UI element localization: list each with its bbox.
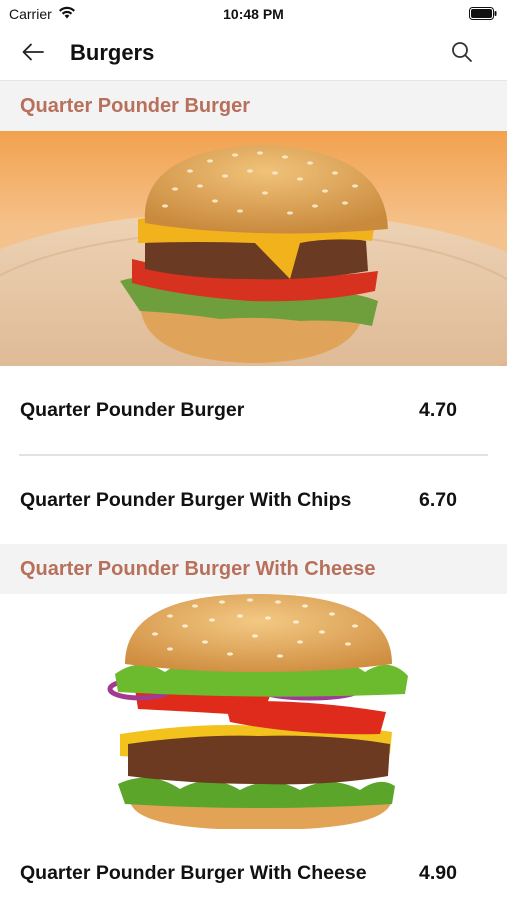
section-header: Quarter Pounder Burger With Cheese bbox=[0, 544, 507, 594]
item-price: 4.90 bbox=[419, 861, 457, 884]
status-time: 10:48 PM bbox=[223, 6, 284, 22]
battery-icon bbox=[469, 7, 497, 23]
menu-item[interactable]: Quarter Pounder Burger With Cheese 4.90 bbox=[0, 829, 507, 917]
menu-item[interactable]: Quarter Pounder Burger With Chips 6.70 bbox=[0, 456, 507, 544]
burger-image bbox=[0, 131, 507, 366]
search-button[interactable] bbox=[447, 39, 477, 69]
item-name: Quarter Pounder Burger With Chips bbox=[20, 488, 352, 511]
page-title: Burgers bbox=[70, 40, 155, 65]
back-button[interactable] bbox=[18, 39, 48, 69]
menu-item[interactable]: Quarter Pounder Burger 4.70 bbox=[0, 366, 507, 454]
section-header: Quarter Pounder Burger bbox=[0, 81, 507, 131]
burger-image bbox=[0, 594, 507, 829]
status-bar: Carrier 10:48 PM bbox=[0, 0, 507, 27]
item-price: 4.70 bbox=[419, 398, 457, 421]
search-icon bbox=[451, 41, 473, 68]
nav-bar: Burgers bbox=[0, 27, 507, 81]
arrow-left-icon bbox=[21, 42, 45, 67]
item-price: 6.70 bbox=[419, 488, 457, 511]
item-name: Quarter Pounder Burger With Cheese bbox=[20, 861, 367, 884]
item-name: Quarter Pounder Burger bbox=[20, 398, 245, 421]
